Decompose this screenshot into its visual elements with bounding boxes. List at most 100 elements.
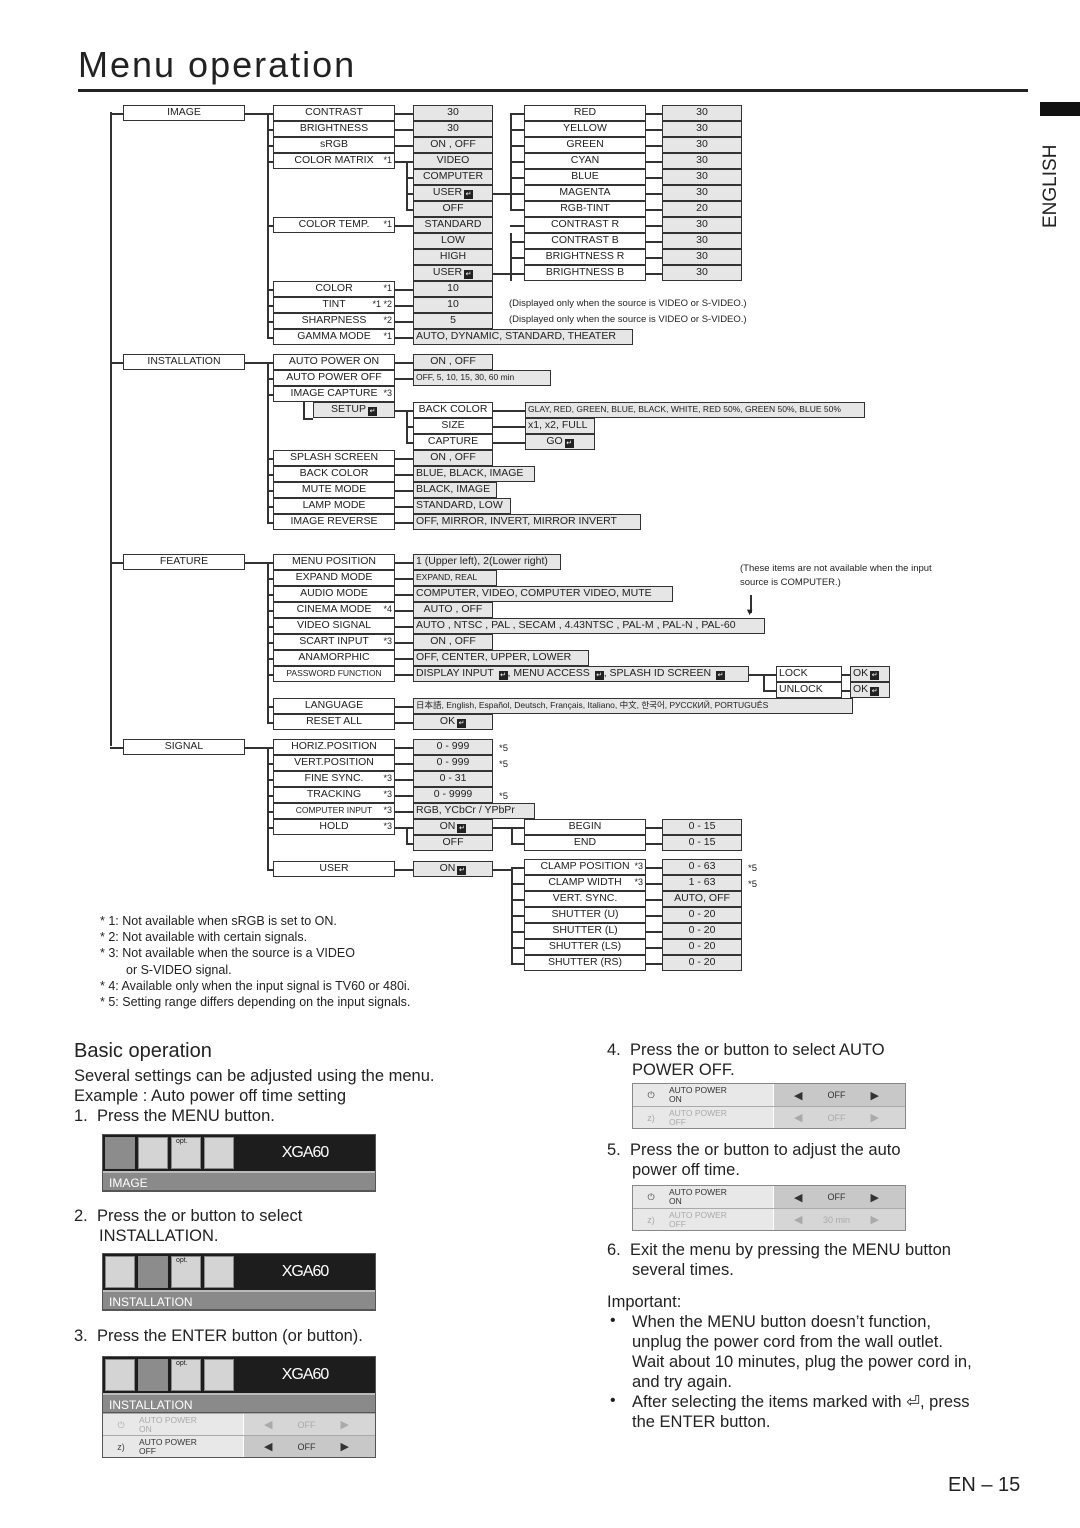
image-item-srgb[interactable]: sRGB bbox=[273, 137, 395, 153]
option-box[interactable]: STANDARD bbox=[413, 217, 493, 233]
setup-item[interactable]: BACK COLOR bbox=[413, 402, 493, 418]
image-tab-icon[interactable] bbox=[105, 1137, 135, 1169]
auto-power-off-row[interactable]: z) AUTO POWER OFF ◀ 30 min ▶ bbox=[633, 1208, 905, 1230]
feature-item[interactable]: CINEMA MODE *4 bbox=[273, 602, 395, 618]
value-box[interactable]: ON ↵ bbox=[413, 861, 493, 877]
right-arrow-icon[interactable]: ▶ bbox=[341, 1440, 349, 1453]
auto-power-on-row[interactable]: ⏻ AUTO POWER ON ◀ OFF ▶ bbox=[633, 1186, 905, 1208]
user-temp-item[interactable]: CONTRAST R bbox=[524, 217, 646, 233]
signal-item[interactable]: TRACKING *3 bbox=[273, 787, 395, 803]
feature-item[interactable]: AUDIO MODE bbox=[273, 586, 395, 602]
image-tab-icon[interactable] bbox=[105, 1256, 135, 1288]
user-signal-item[interactable]: CLAMP POSITION *3 bbox=[524, 859, 646, 875]
left-arrow-icon[interactable]: ◀ bbox=[794, 1089, 802, 1102]
feature-item[interactable]: LANGUAGE bbox=[273, 698, 395, 714]
ok-button[interactable]: OK ↵ bbox=[850, 682, 890, 698]
feature-item[interactable]: PASSWORD FUNCTION bbox=[273, 666, 395, 682]
user-signal-item[interactable]: CLAMP WIDTH *3 bbox=[524, 875, 646, 891]
user-signal-item[interactable]: SHUTTER (LS) bbox=[524, 939, 646, 955]
signal-item[interactable]: HOLD *3 bbox=[273, 819, 395, 835]
right-arrow-icon[interactable]: ▶ bbox=[871, 1089, 879, 1102]
user-signal-item[interactable]: SHUTTER (U) bbox=[524, 907, 646, 923]
option-box[interactable]: USER ↵ bbox=[413, 185, 493, 201]
menu-installation[interactable]: INSTALLATION bbox=[123, 354, 245, 370]
left-arrow-icon[interactable]: ◀ bbox=[264, 1440, 272, 1453]
setup-item[interactable]: CAPTURE bbox=[413, 434, 493, 450]
feature-item[interactable]: VIDEO SIGNAL bbox=[273, 618, 395, 634]
menu-image[interactable]: IMAGE bbox=[123, 105, 245, 121]
user-matrix-item[interactable]: GREEN bbox=[524, 137, 646, 153]
user-signal-item[interactable]: SHUTTER (L) bbox=[524, 923, 646, 939]
installation-item[interactable]: BACK COLOR bbox=[273, 466, 395, 482]
option-box[interactable]: LOW bbox=[413, 233, 493, 249]
hold-item[interactable]: BEGIN bbox=[524, 819, 646, 835]
installation-tab-icon[interactable] bbox=[138, 1256, 168, 1288]
ok-button[interactable]: OK ↵ bbox=[850, 666, 890, 682]
image-item-gamma-mode[interactable]: GAMMA MODE *1 bbox=[273, 329, 395, 345]
feature-item[interactable]: ANAMORPHIC bbox=[273, 650, 395, 666]
image-item-contrast[interactable]: CONTRAST bbox=[273, 105, 395, 121]
user-temp-item[interactable]: CONTRAST B bbox=[524, 233, 646, 249]
feature-item[interactable]: EXPAND MODE bbox=[273, 570, 395, 586]
left-arrow-icon[interactable]: ◀ bbox=[794, 1191, 802, 1204]
lock-option[interactable]: UNLOCK bbox=[776, 682, 842, 698]
user-matrix-item[interactable]: RED bbox=[524, 105, 646, 121]
setup-item[interactable]: SIZE bbox=[413, 418, 493, 434]
installation-item[interactable]: SPLASH SCREEN bbox=[273, 450, 395, 466]
signal-tab-icon[interactable] bbox=[204, 1137, 234, 1169]
feature-item[interactable]: RESET ALL bbox=[273, 714, 395, 730]
image-item-sharpness[interactable]: SHARPNESS *2 bbox=[273, 313, 395, 329]
user-matrix-item[interactable]: CYAN bbox=[524, 153, 646, 169]
menu-signal[interactable]: SIGNAL bbox=[123, 739, 245, 755]
right-arrow-icon[interactable]: ▶ bbox=[871, 1213, 879, 1226]
user-temp-item[interactable]: BRIGHTNESS R bbox=[524, 249, 646, 265]
auto-power-off-row[interactable]: z) AUTO POWER OFF ◀ OFF ▶ bbox=[103, 1435, 375, 1457]
user-matrix-item[interactable]: YELLOW bbox=[524, 121, 646, 137]
feature-tab-icon[interactable]: opt. bbox=[171, 1256, 201, 1288]
option-box[interactable]: HIGH bbox=[413, 249, 493, 265]
image-tab-icon[interactable] bbox=[105, 1359, 135, 1391]
signal-item[interactable]: COMPUTER INPUT *3 bbox=[273, 803, 395, 819]
right-arrow-icon[interactable]: ▶ bbox=[341, 1418, 349, 1431]
image-item-brightness[interactable]: BRIGHTNESS bbox=[273, 121, 395, 137]
installation-item[interactable]: AUTO POWER OFF bbox=[273, 370, 395, 386]
signal-item[interactable]: FINE SYNC. *3 bbox=[273, 771, 395, 787]
signal-item[interactable]: USER bbox=[273, 861, 395, 877]
image-item-tint[interactable]: TINT *1 *2 bbox=[273, 297, 395, 313]
option-box[interactable]: OFF bbox=[413, 201, 493, 217]
setup-button[interactable]: SETUP ↵ bbox=[313, 402, 395, 418]
user-signal-item[interactable]: SHUTTER (RS) bbox=[524, 955, 646, 971]
feature-tab-icon[interactable]: opt. bbox=[171, 1359, 201, 1391]
image-item-color[interactable]: COLOR *1 bbox=[273, 281, 395, 297]
lock-option[interactable]: LOCK bbox=[776, 666, 842, 682]
option-box[interactable]: OFF bbox=[413, 835, 493, 851]
option-box[interactable]: VIDEO bbox=[413, 153, 493, 169]
signal-tab-icon[interactable] bbox=[204, 1359, 234, 1391]
installation-item[interactable]: IMAGE REVERSE bbox=[273, 514, 395, 530]
installation-tab-icon[interactable] bbox=[138, 1359, 168, 1391]
right-arrow-icon[interactable]: ▶ bbox=[871, 1111, 879, 1124]
installation-item[interactable]: IMAGE CAPTURE *3 bbox=[273, 386, 395, 402]
right-arrow-icon[interactable]: ▶ bbox=[871, 1191, 879, 1204]
left-arrow-icon[interactable]: ◀ bbox=[794, 1111, 802, 1124]
hold-item[interactable]: END bbox=[524, 835, 646, 851]
installation-item[interactable]: AUTO POWER ON bbox=[273, 354, 395, 370]
user-matrix-item[interactable]: BLUE bbox=[524, 169, 646, 185]
user-temp-item[interactable]: BRIGHTNESS B bbox=[524, 265, 646, 281]
signal-item[interactable]: HORIZ.POSITION bbox=[273, 739, 395, 755]
image-item-color-temp-[interactable]: COLOR TEMP. *1 bbox=[273, 217, 395, 233]
feature-item[interactable]: SCART INPUT *3 bbox=[273, 634, 395, 650]
left-arrow-icon[interactable]: ◀ bbox=[794, 1213, 802, 1226]
feature-item[interactable]: MENU POSITION bbox=[273, 554, 395, 570]
signal-item[interactable]: VERT.POSITION bbox=[273, 755, 395, 771]
user-signal-item[interactable]: VERT. SYNC. bbox=[524, 891, 646, 907]
user-matrix-item[interactable]: MAGENTA bbox=[524, 185, 646, 201]
auto-power-on-row[interactable]: ⏻ AUTO POWER ON ◀ OFF ▶ bbox=[103, 1413, 375, 1435]
installation-tab-icon[interactable] bbox=[138, 1137, 168, 1169]
installation-item[interactable]: LAMP MODE bbox=[273, 498, 395, 514]
go-button[interactable]: GO ↵ bbox=[525, 434, 595, 450]
option-box[interactable]: USER ↵ bbox=[413, 265, 493, 281]
signal-tab-icon[interactable] bbox=[204, 1256, 234, 1288]
auto-power-off-row[interactable]: z) AUTO POWER OFF ◀ OFF ▶ bbox=[633, 1106, 905, 1128]
value-box[interactable]: ON ↵ bbox=[413, 819, 493, 835]
